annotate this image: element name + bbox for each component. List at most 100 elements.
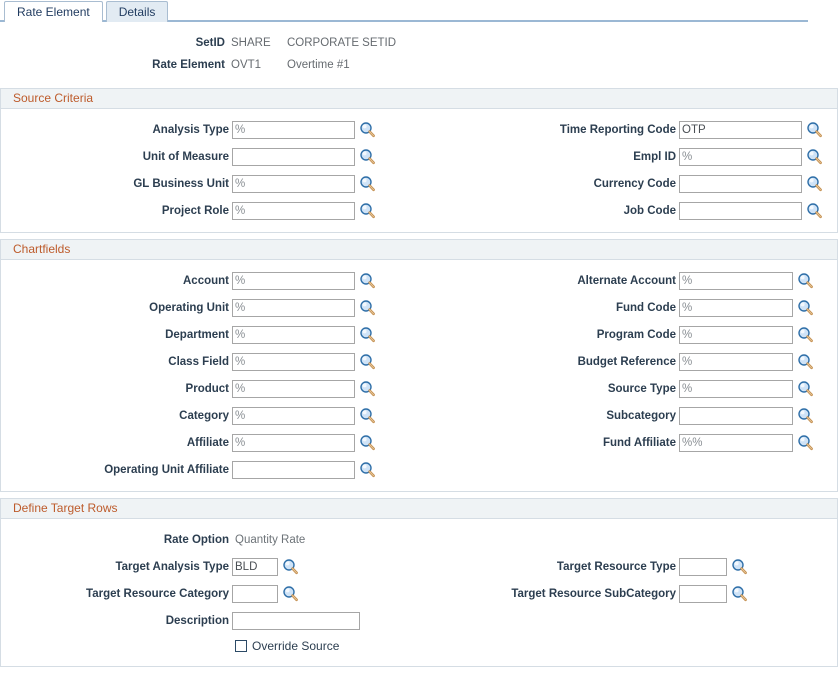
target-resource-subcategory-label: Target Resource SubCategory	[501, 588, 679, 600]
gl-business-unit-input[interactable]	[232, 175, 355, 193]
field-target-analysis-type: Target Analysis Type	[1, 553, 501, 580]
section-define-target-rows: Define Target Rows Rate Option Quantity …	[0, 498, 838, 667]
lookup-icon-target-resource-type[interactable]	[731, 558, 748, 575]
department-label: Department	[1, 329, 232, 341]
target-resource-type-input[interactable]	[679, 558, 727, 576]
gl-business-unit-label: GL Business Unit	[1, 178, 232, 190]
lookup-icon-fund-code[interactable]	[797, 299, 814, 316]
budget-reference-input[interactable]	[679, 353, 793, 371]
tab-details[interactable]: Details	[106, 1, 169, 22]
fund-affiliate-label: Fund Affiliate	[501, 437, 679, 449]
source-criteria-right-column: Time Reporting Code Empl ID	[501, 116, 837, 224]
target-resource-category-label: Target Resource Category	[1, 588, 232, 600]
fund-code-input[interactable]	[679, 299, 793, 317]
class-field-label: Class Field	[1, 356, 232, 368]
field-affiliate: Affiliate	[1, 429, 501, 456]
tab-rate-element[interactable]: Rate Element	[4, 1, 103, 22]
target-resource-type-label: Target Resource Type	[501, 561, 679, 573]
lookup-icon-affiliate[interactable]	[359, 434, 376, 451]
field-target-resource-subcategory: Target Resource SubCategory	[501, 580, 837, 607]
currency-code-input[interactable]	[679, 175, 802, 193]
class-field-input[interactable]	[232, 353, 355, 371]
target-resource-subcategory-input[interactable]	[679, 585, 727, 603]
lookup-icon-target-resource-subcategory[interactable]	[731, 585, 748, 602]
setid-value: SHARE	[231, 37, 287, 49]
field-rate-option: Rate Option Quantity Rate	[1, 526, 837, 553]
lookup-icon-currency-code[interactable]	[806, 175, 823, 192]
alternate-account-input[interactable]	[679, 272, 793, 290]
lookup-icon-target-resource-category[interactable]	[282, 585, 299, 602]
chartfields-left-column: Account Operating Unit	[1, 267, 501, 483]
rate-option-value: Quantity Rate	[232, 534, 305, 546]
product-label: Product	[1, 383, 232, 395]
analysis-type-label: Analysis Type	[1, 124, 232, 136]
field-source-type: Source Type	[501, 375, 837, 402]
time-reporting-code-input[interactable]	[679, 121, 802, 139]
lookup-icon-source-type[interactable]	[797, 380, 814, 397]
lookup-icon-analysis-type[interactable]	[359, 121, 376, 138]
department-input[interactable]	[232, 326, 355, 344]
source-criteria-title: Source Criteria	[13, 91, 93, 105]
empl-id-input[interactable]	[679, 148, 802, 166]
lookup-icon-budget-reference[interactable]	[797, 353, 814, 370]
lookup-icon-gl-business-unit[interactable]	[359, 175, 376, 192]
lookup-icon-alternate-account[interactable]	[797, 272, 814, 289]
key-row-rate-element: Rate Element OVT1 Overtime #1	[0, 54, 838, 76]
override-source-checkbox[interactable]	[235, 640, 247, 652]
field-operating-unit-affiliate: Operating Unit Affiliate	[1, 456, 501, 483]
job-code-input[interactable]	[679, 202, 802, 220]
operating-unit-input[interactable]	[232, 299, 355, 317]
target-analysis-type-input[interactable]	[232, 558, 278, 576]
override-source-row: Override Source	[1, 634, 501, 658]
define-target-rows-body: Rate Option Quantity Rate Target Analysi…	[1, 519, 837, 666]
lookup-icon-empl-id[interactable]	[806, 148, 823, 165]
unit-of-measure-input[interactable]	[232, 148, 355, 166]
subcategory-input[interactable]	[679, 407, 793, 425]
lookup-icon-fund-affiliate[interactable]	[797, 434, 814, 451]
field-gl-business-unit: GL Business Unit	[1, 170, 501, 197]
lookup-icon-program-code[interactable]	[797, 326, 814, 343]
define-target-rows-title: Define Target Rows	[13, 501, 118, 515]
field-empl-id: Empl ID	[501, 143, 837, 170]
lookup-icon-department[interactable]	[359, 326, 376, 343]
alternate-account-label: Alternate Account	[501, 275, 679, 287]
field-subcategory: Subcategory	[501, 402, 837, 429]
lookup-icon-unit-of-measure[interactable]	[359, 148, 376, 165]
lookup-icon-project-role[interactable]	[359, 202, 376, 219]
category-input[interactable]	[232, 407, 355, 425]
lookup-icon-subcategory[interactable]	[797, 407, 814, 424]
lookup-icon-account[interactable]	[359, 272, 376, 289]
lookup-icon-time-reporting-code[interactable]	[806, 121, 823, 138]
product-input[interactable]	[232, 380, 355, 398]
target-resource-category-input[interactable]	[232, 585, 278, 603]
lookup-icon-target-analysis-type[interactable]	[282, 558, 299, 575]
lookup-icon-operating-unit-affiliate[interactable]	[359, 461, 376, 478]
operating-unit-affiliate-input[interactable]	[232, 461, 355, 479]
source-type-label: Source Type	[501, 383, 679, 395]
source-type-input[interactable]	[679, 380, 793, 398]
time-reporting-code-label: Time Reporting Code	[501, 124, 679, 136]
unit-of-measure-label: Unit of Measure	[1, 151, 232, 163]
lookup-icon-job-code[interactable]	[806, 202, 823, 219]
chartfields-title: Chartfields	[13, 242, 70, 256]
source-criteria-left-column: Analysis Type Unit of Measur	[1, 116, 501, 224]
program-code-input[interactable]	[679, 326, 793, 344]
chartfields-right-column: Alternate Account Fund Code	[501, 267, 837, 456]
field-product: Product	[1, 375, 501, 402]
fund-affiliate-input[interactable]	[679, 434, 793, 452]
rate-element-value: OVT1	[231, 59, 287, 71]
affiliate-input[interactable]	[232, 434, 355, 452]
lookup-icon-category[interactable]	[359, 407, 376, 424]
analysis-type-input[interactable]	[232, 121, 355, 139]
source-criteria-body: Analysis Type Unit of Measur	[1, 109, 837, 232]
project-role-input[interactable]	[232, 202, 355, 220]
affiliate-label: Affiliate	[1, 437, 232, 449]
define-target-rows-header: Define Target Rows	[1, 498, 837, 519]
lookup-icon-operating-unit[interactable]	[359, 299, 376, 316]
key-row-setid: SetID SHARE CORPORATE SETID	[0, 32, 838, 54]
description-input[interactable]	[232, 612, 360, 630]
budget-reference-label: Budget Reference	[501, 356, 679, 368]
lookup-icon-class-field[interactable]	[359, 353, 376, 370]
account-input[interactable]	[232, 272, 355, 290]
lookup-icon-product[interactable]	[359, 380, 376, 397]
